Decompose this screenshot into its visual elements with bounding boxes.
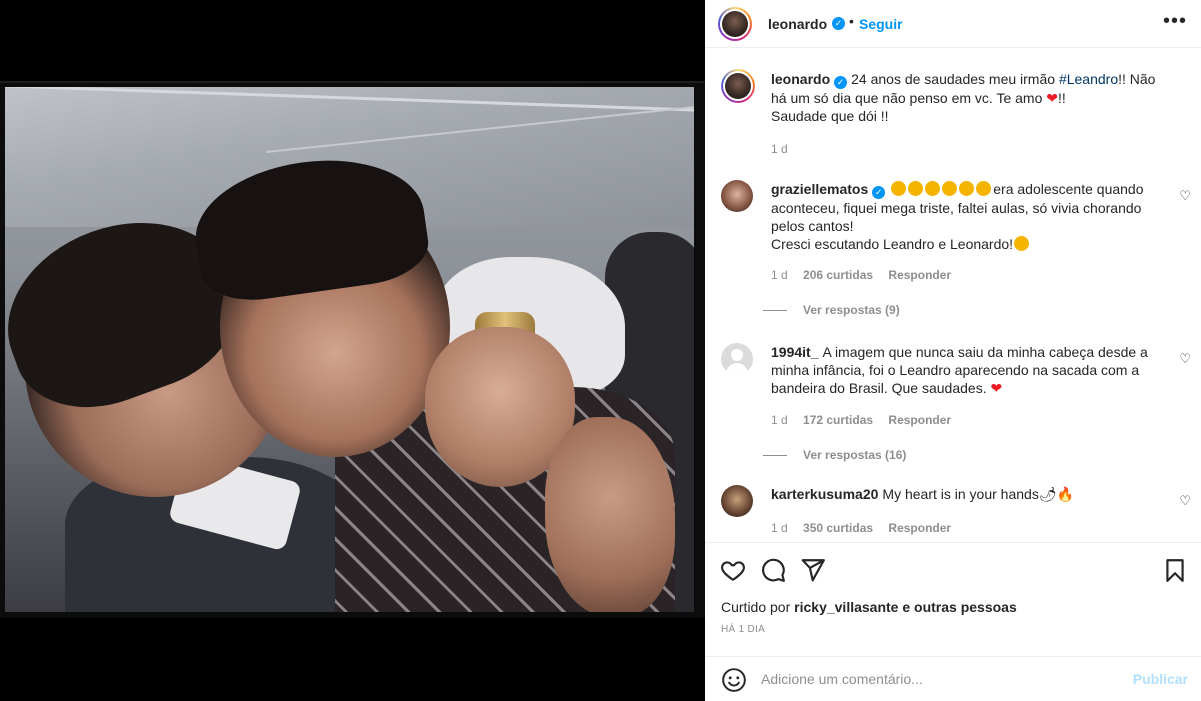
comment-text: graziellematos ✓ era adolescente quando ac… xyxy=(771,181,1144,252)
sad-face-emoji xyxy=(908,181,924,196)
reply-button[interactable]: Responder xyxy=(888,268,951,282)
sad-face-emoji xyxy=(976,181,992,196)
photo-frame xyxy=(0,81,705,618)
comment-text: 1994it_ A imagem que nunca saiu da minha … xyxy=(771,344,1148,396)
comment-likes[interactable]: 206 curtidas xyxy=(803,268,873,282)
post-actions: Curtido por ricky_villasante e outras pe… xyxy=(705,542,1201,648)
comment-item: karterkusuma20 My heart is in your hands🌶… xyxy=(721,485,1191,542)
comment-meta: 1 d 172 curtidas Responder xyxy=(771,413,952,427)
sad-face-emoji xyxy=(1014,236,1030,251)
reply-button[interactable]: Responder xyxy=(888,413,951,427)
view-replies-button[interactable]: Ver respostas (9) xyxy=(763,303,900,317)
comment-like-icon[interactable]: ♡ xyxy=(1179,493,1191,509)
separator-dot: • xyxy=(849,13,854,29)
comment-likes[interactable]: 350 curtidas xyxy=(803,521,873,535)
sad-face-emoji xyxy=(925,181,941,196)
caption-avatar[interactable] xyxy=(721,69,755,103)
comment-like-icon[interactable]: ♡ xyxy=(1179,188,1191,204)
publish-button[interactable]: Publicar xyxy=(1133,671,1188,687)
others-link[interactable]: e outras pessoas xyxy=(898,599,1016,615)
follow-button[interactable]: Seguir xyxy=(859,16,903,32)
verified-badge-icon: ✓ xyxy=(832,17,845,30)
liked-by-user[interactable]: ricky_villasante xyxy=(794,599,898,615)
more-options-icon[interactable]: ••• xyxy=(1163,10,1187,33)
commenter-username[interactable]: 1994it_ xyxy=(771,344,818,360)
comment-bubble-icon[interactable] xyxy=(760,557,786,583)
sad-face-emoji xyxy=(891,181,907,196)
post-side-panel: leonardo ✓ • Seguir ••• leonardo ✓ 24 anos… xyxy=(705,0,1201,701)
comment-likes[interactable]: 172 curtidas xyxy=(803,413,873,427)
heart-outline-icon[interactable] xyxy=(720,557,746,583)
comment-composer: Publicar xyxy=(705,656,1201,701)
comment-input[interactable] xyxy=(761,667,1121,691)
red-heart-emoji: ❤ xyxy=(990,380,1003,396)
post-photo[interactable] xyxy=(5,87,694,612)
post-caption: leonardo ✓ 24 anos de saudades meu irmão #… xyxy=(721,69,1191,160)
commenter-username[interactable]: graziellematos xyxy=(771,181,868,197)
caption-meta: 1 d xyxy=(771,142,800,156)
comment-item: graziellematos ✓ era adolescente quando ac… xyxy=(721,180,1191,320)
author-avatar[interactable] xyxy=(718,7,752,41)
default-avatar-icon[interactable] xyxy=(721,343,753,375)
sad-face-emoji xyxy=(959,181,975,196)
view-replies-button[interactable]: Ver respostas (16) xyxy=(763,448,906,462)
hashtag-link[interactable]: #Leandro xyxy=(1059,71,1118,87)
red-heart-emoji: ❤ xyxy=(1046,90,1058,106)
smiley-icon[interactable] xyxy=(721,667,747,693)
comment-meta: 1 d 206 curtidas Responder xyxy=(771,268,952,282)
commenter-avatar[interactable] xyxy=(721,485,753,517)
post-media xyxy=(0,0,705,701)
verified-badge-icon: ✓ xyxy=(872,186,886,199)
comment-item: 1994it_ A imagem que nunca saiu da minha … xyxy=(721,343,1191,463)
verified-badge-icon: ✓ xyxy=(834,76,848,89)
commenter-username[interactable]: karterkusuma20 xyxy=(771,486,878,502)
comment-like-icon[interactable]: ♡ xyxy=(1179,351,1191,367)
caption-time[interactable]: 1 d xyxy=(771,142,788,156)
post-header: leonardo ✓ • Seguir ••• xyxy=(705,0,1201,48)
paper-plane-icon[interactable] xyxy=(800,557,826,583)
liked-by-text: Curtido por ricky_villasante e outras pe… xyxy=(721,599,1017,615)
bookmark-icon[interactable] xyxy=(1162,557,1188,583)
reply-button[interactable]: Responder xyxy=(888,521,951,535)
commenter-avatar[interactable] xyxy=(721,180,753,212)
sad-face-emoji xyxy=(942,181,958,196)
comments-list[interactable]: leonardo ✓ 24 anos de saudades meu irmão #… xyxy=(705,49,1201,542)
comment-meta: 1 d 350 curtidas Responder xyxy=(771,521,952,535)
comment-text: karterkusuma20 My heart is in your hands🌶… xyxy=(771,486,1075,502)
caption-username[interactable]: leonardo xyxy=(771,71,830,87)
author-username[interactable]: leonardo xyxy=(768,16,827,32)
post-timestamp[interactable]: HÁ 1 DIA xyxy=(721,624,765,635)
caption-text: leonardo ✓ 24 anos de saudades meu irmão #… xyxy=(771,71,1156,124)
